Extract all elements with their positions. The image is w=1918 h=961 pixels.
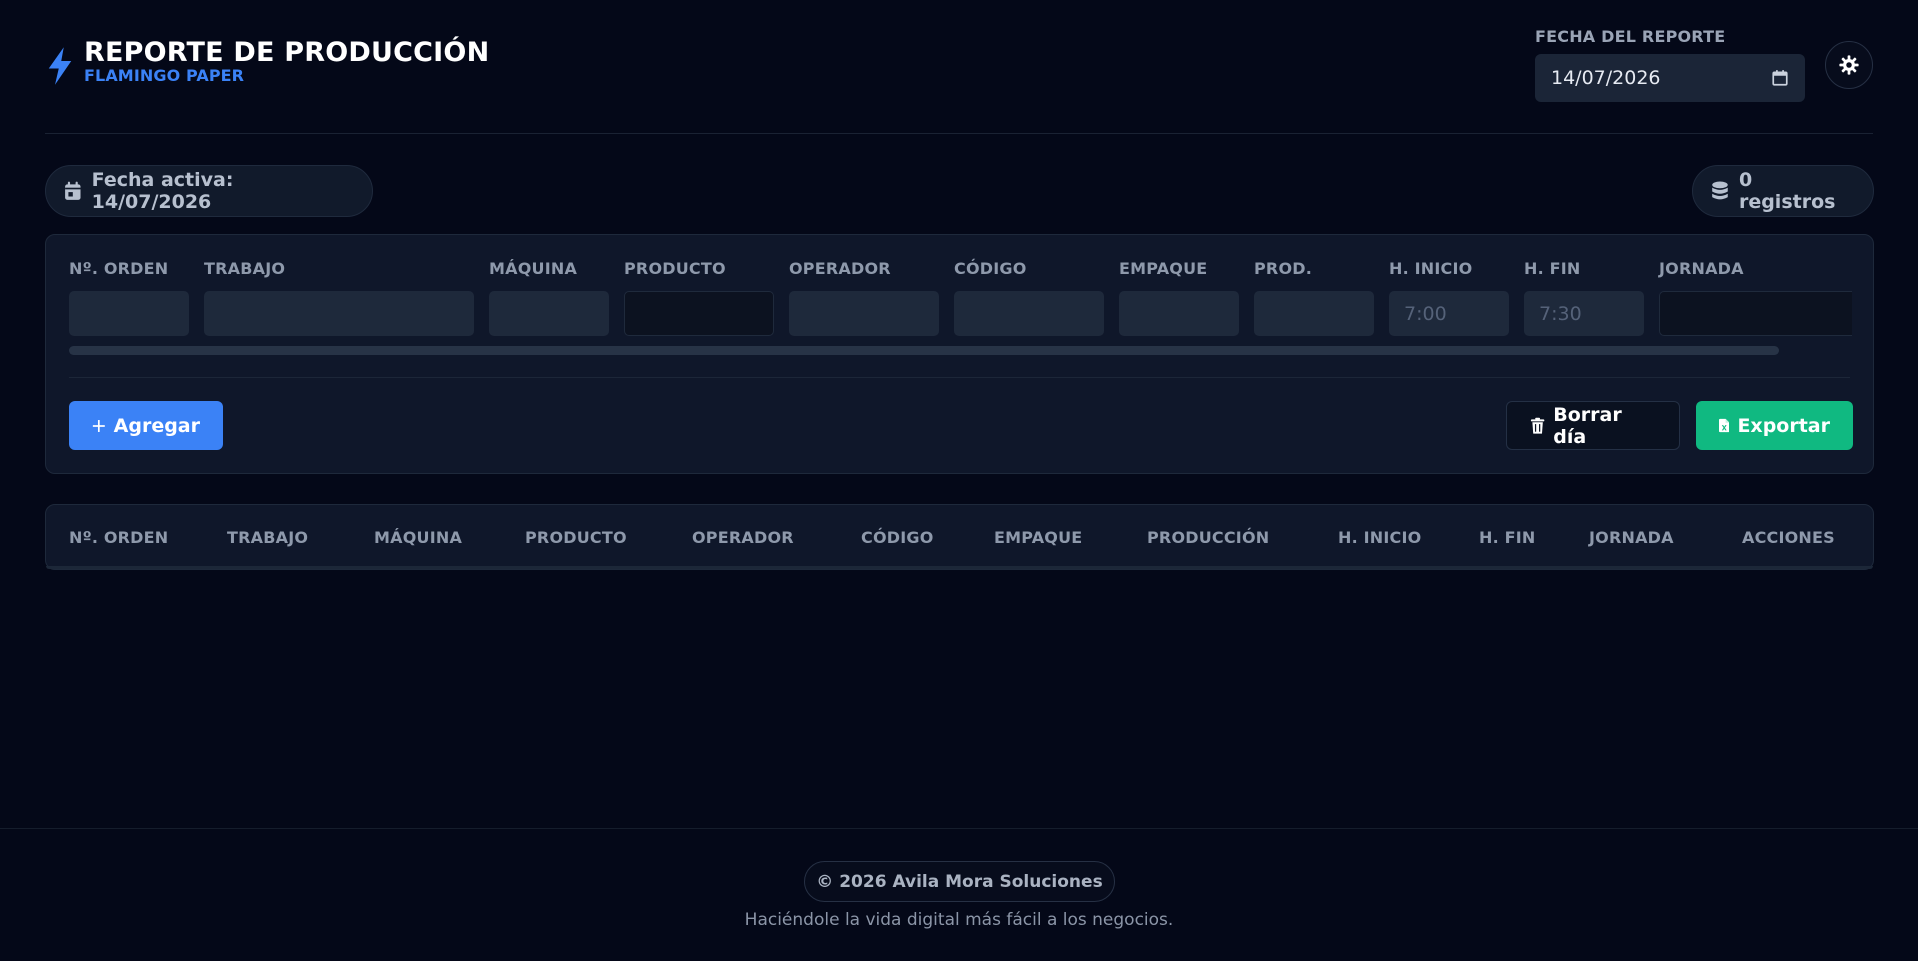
column-header-production: PRODUCCIÓN (1147, 528, 1270, 547)
active-date-text: Fecha activa: 14/07/2026 (91, 169, 234, 213)
field-code: CÓDIGO (954, 259, 1104, 336)
add-button-label: Agregar (113, 414, 200, 437)
order-input[interactable] (69, 291, 189, 336)
records-count-pill: 0 registros (1692, 165, 1874, 217)
column-header-job: TRABAJO (227, 528, 309, 547)
start-time-input[interactable]: 7:00 (1389, 291, 1509, 336)
active-date-pill: Fecha activa: 14/07/2026 (45, 165, 373, 217)
company-name: FLAMINGO PAPER (84, 66, 245, 85)
table-bottom-border (46, 566, 1873, 569)
field-order-label: Nº. ORDEN (69, 259, 169, 278)
machine-input[interactable] (489, 291, 609, 336)
field-operator-label: OPERADOR (789, 259, 891, 278)
copyright-text: © 2026 Avila Mora Soluciones (816, 871, 1103, 892)
job-input[interactable] (204, 291, 474, 336)
add-button[interactable]: Agregar (69, 401, 223, 450)
column-header-operator: OPERADOR (692, 528, 794, 547)
bolt-icon (48, 47, 72, 85)
field-start-time: H. INICIO 7:00 (1389, 259, 1509, 336)
field-packing: EMPAQUE (1119, 259, 1239, 336)
page-title: REPORTE DE PRODUCCIÓN (84, 37, 490, 68)
gear-icon (1839, 55, 1859, 75)
calendar-icon[interactable] (1771, 69, 1789, 87)
clear-day-button-label: Borrar día (1553, 403, 1622, 448)
field-machine: MÁQUINA (489, 259, 609, 336)
column-header-product: PRODUCTO (525, 528, 627, 547)
entry-form-panel: Nº. ORDEN TRABAJO MÁQUINA PRODUCTO OPERA… (45, 234, 1874, 474)
footer-tagline: Haciéndole la vida digital más fácil a l… (744, 910, 1174, 930)
column-header-start-time: H. INICIO (1338, 528, 1422, 547)
clear-day-button[interactable]: Borrar día (1506, 401, 1680, 450)
field-shift-label: JORNADA (1659, 259, 1744, 278)
report-date-block: FECHA DEL REPORTE 14/07/2026 (1535, 27, 1805, 102)
code-input[interactable] (954, 291, 1104, 336)
column-header-order: Nº. ORDEN (69, 528, 169, 547)
field-start-time-label: H. INICIO (1389, 259, 1473, 278)
page-footer: © 2026 Avila Mora Soluciones Haciéndole … (0, 828, 1918, 961)
field-shift: JORNADA (1659, 259, 1852, 336)
report-date-input[interactable]: 14/07/2026 (1535, 54, 1805, 102)
field-production-label: PROD. (1254, 259, 1313, 278)
theme-toggle-button[interactable] (1825, 41, 1873, 89)
column-header-shift: JORNADA (1589, 528, 1674, 547)
field-code-label: CÓDIGO (954, 259, 1027, 278)
field-end-time-label: H. FIN (1524, 259, 1581, 278)
copyright-badge: © 2026 Avila Mora Soluciones (804, 861, 1115, 902)
excel-icon (1719, 418, 1730, 433)
shift-select[interactable] (1659, 291, 1852, 336)
field-end-time: H. FIN 7:30 (1524, 259, 1644, 336)
field-production: PROD. (1254, 259, 1374, 336)
field-product-label: PRODUCTO (624, 259, 726, 278)
field-order: Nº. ORDEN (69, 259, 189, 336)
field-product: PRODUCTO (624, 259, 774, 336)
column-header-actions: ACCIONES (1742, 528, 1835, 547)
packing-input[interactable] (1119, 291, 1239, 336)
product-select[interactable] (624, 291, 774, 336)
column-header-end-time: H. FIN (1479, 528, 1536, 547)
export-button[interactable]: Exportar (1696, 401, 1853, 450)
database-icon (1712, 181, 1728, 200)
column-header-machine: MÁQUINA (374, 528, 463, 547)
brand: REPORTE DE PRODUCCIÓN FLAMINGO PAPER (45, 36, 489, 86)
horizontal-scrollbar[interactable] (69, 346, 1779, 355)
field-packing-label: EMPAQUE (1119, 259, 1208, 278)
column-header-packing: EMPAQUE (994, 528, 1083, 547)
end-time-input[interactable]: 7:30 (1524, 291, 1644, 336)
production-input[interactable] (1254, 291, 1374, 336)
operator-input[interactable] (789, 291, 939, 336)
report-date-value: 14/07/2026 (1551, 67, 1661, 89)
trash-icon (1530, 417, 1545, 434)
export-button-label: Exportar (1737, 414, 1830, 437)
field-job: TRABAJO (204, 259, 474, 336)
records-count-text: 0 registros (1738, 169, 1836, 213)
field-job-label: TRABAJO (204, 259, 286, 278)
plus-icon (92, 419, 105, 432)
report-date-label: FECHA DEL REPORTE (1535, 27, 1726, 46)
field-machine-label: MÁQUINA (489, 259, 578, 278)
records-table: Nº. ORDEN TRABAJO MÁQUINA PRODUCTO OPERA… (45, 504, 1874, 570)
column-header-code: CÓDIGO (861, 528, 934, 547)
calendar-icon (65, 181, 81, 200)
field-operator: OPERADOR (789, 259, 939, 336)
form-divider (69, 377, 1850, 378)
app-header: REPORTE DE PRODUCCIÓN FLAMINGO PAPER FEC… (45, 0, 1873, 134)
